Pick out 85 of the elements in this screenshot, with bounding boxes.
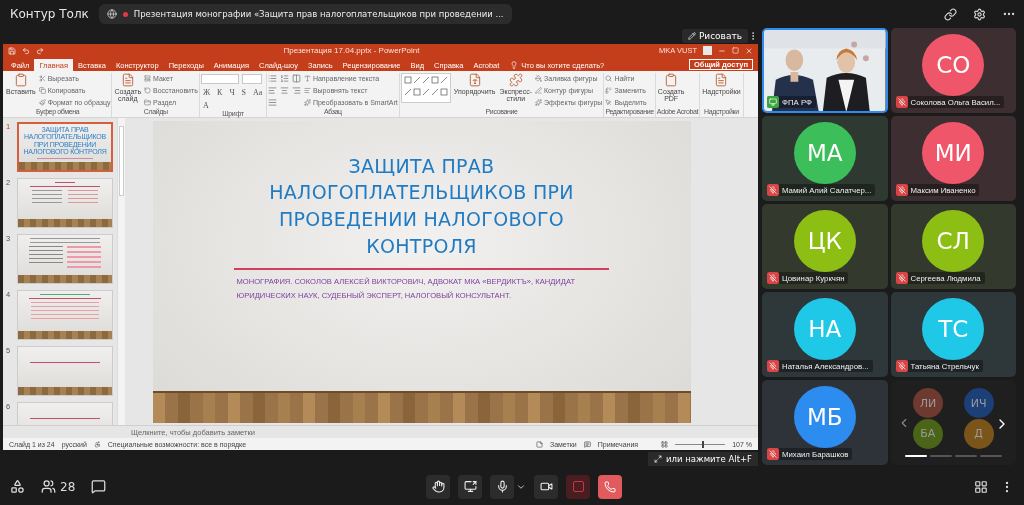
screen-share-icon (463, 480, 477, 493)
maximize-icon (732, 47, 739, 54)
scrollbar[interactable] (117, 118, 125, 425)
link-icon[interactable] (944, 7, 957, 21)
columns-icon (291, 74, 301, 83)
avatar: СЛ (922, 209, 985, 272)
screen-share-icon (767, 96, 779, 108)
close-icon (745, 46, 753, 55)
microphone-button[interactable] (490, 474, 514, 499)
bullet-list-icon (267, 74, 277, 83)
people-icon (41, 479, 56, 494)
text-direction-icon (303, 75, 311, 82)
redo-icon (36, 46, 44, 55)
phone-icon (604, 480, 616, 493)
fullscreen-hint: или нажмите Alt+F (648, 452, 758, 466)
window-title: Презентация 17.04.pptx - PowerPoint (283, 46, 420, 55)
pdf-icon (467, 73, 482, 87)
stop-button[interactable] (566, 474, 590, 499)
align-left-icon (267, 86, 277, 95)
avatar: СО (922, 33, 985, 96)
save-icon (8, 46, 16, 55)
format-button[interactable]: A (200, 100, 211, 110)
user-avatar (703, 46, 712, 55)
microphone-icon (495, 480, 509, 493)
search-icon (605, 75, 613, 82)
clipboard-icon (664, 73, 679, 87)
format-button[interactable]: Aa (251, 87, 265, 97)
meeting-title: Презентация монографии «Защита прав налогоплательщиков при проведении ... (133, 9, 504, 19)
copy-icon (38, 87, 46, 94)
avatar: ИЧ (963, 388, 994, 419)
avatar: Д (963, 418, 994, 449)
draw-button[interactable]: Рисовать (681, 29, 748, 43)
align-icon (303, 87, 311, 94)
slide-title: ЗАЩИТА ПРАВ НАЛОГОПЛАТЕЛЬЩИКОВ ПРИ ПРОВЕДЕНИИ НАЛОГОВОГО КОНТРОЛЯ (268, 153, 575, 260)
scissors-icon (38, 75, 46, 82)
screen-share-button[interactable] (458, 474, 482, 499)
hang-up-button[interactable] (598, 474, 622, 499)
avatar: БА (912, 418, 943, 449)
slide-thumbnail[interactable] (17, 178, 113, 228)
shapes-icon[interactable] (10, 479, 25, 494)
slide-thumbnail[interactable] (17, 234, 113, 284)
globe-icon (106, 9, 117, 19)
brush-icon (38, 99, 46, 106)
format-button[interactable]: Ч (227, 87, 237, 97)
avatar: МИ (922, 121, 985, 184)
avatar: ЛИ (912, 388, 943, 419)
chat-icon[interactable] (91, 479, 107, 494)
slide-thumbnail[interactable] (17, 290, 113, 340)
app-title: Контур Толк (10, 7, 89, 21)
clipboard-icon (13, 73, 28, 87)
format-button[interactable]: Ж (200, 87, 213, 97)
smartart-icon (303, 99, 311, 106)
pointer-icon (605, 99, 613, 106)
raise-hand-button[interactable] (426, 474, 450, 499)
numbered-list-icon (279, 74, 289, 83)
avatar: ТС (922, 297, 985, 360)
font-field[interactable] (200, 74, 239, 84)
align-center-icon (279, 86, 289, 95)
participants-button[interactable]: 28 (41, 479, 76, 494)
new-slide-icon (714, 73, 729, 87)
camera-button[interactable] (534, 474, 558, 499)
hand-icon (431, 480, 445, 493)
format-button[interactable]: S (239, 87, 249, 97)
effects-icon (535, 99, 543, 106)
avatar: НА (793, 297, 856, 360)
undo-icon (22, 46, 30, 55)
justify-icon (267, 98, 277, 107)
avatar: МБ (793, 385, 856, 448)
new-slide-icon (120, 73, 135, 87)
camera-icon (539, 480, 553, 493)
avatar: ЦК (793, 209, 856, 272)
settings-icon[interactable] (973, 7, 986, 21)
font-field[interactable] (241, 74, 262, 84)
pen-icon (535, 87, 543, 94)
more-participants-tile[interactable]: ЛИ ИЧ БА Д (890, 380, 1016, 465)
zoom-thumb[interactable] (701, 440, 704, 448)
avatar: МА (793, 121, 856, 184)
meeting-title-pill[interactable]: Презентация монографии «Защита прав налогоплательщиков при проведении ... (98, 4, 512, 24)
puzzle-icon (508, 73, 523, 87)
fullscreen-icon (654, 455, 663, 463)
lightbulb-icon (510, 61, 519, 69)
pencil-icon (687, 32, 696, 40)
align-right-icon (291, 86, 301, 95)
slide-thumbnail[interactable] (17, 346, 113, 396)
format-button[interactable]: К (215, 87, 225, 97)
